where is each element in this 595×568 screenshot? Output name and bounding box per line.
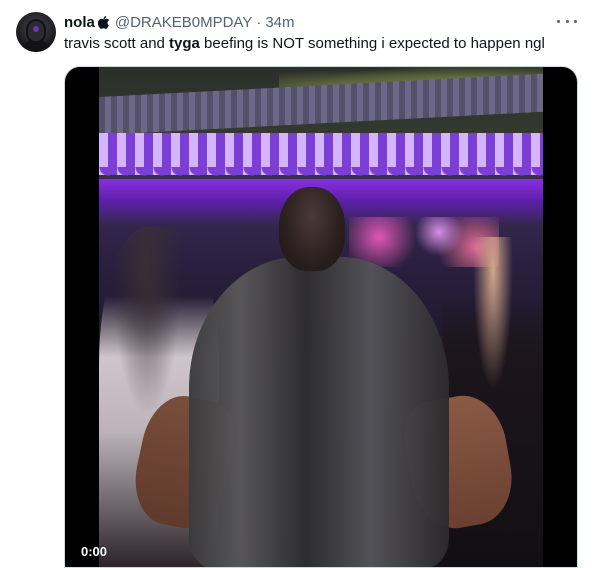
more-dot: [565, 19, 569, 23]
tweet-timestamp[interactable]: 34m: [265, 14, 294, 31]
video-player[interactable]: 0:00: [64, 66, 578, 568]
tweet-text: travis scott and tyga beefing is NOT som…: [64, 34, 545, 54]
more-horizontal-icon[interactable]: [557, 13, 577, 29]
video-frame: [99, 67, 543, 567]
display-name[interactable]: nola: [64, 14, 95, 31]
tweet-text-part: travis scott and: [64, 35, 170, 52]
avatar[interactable]: [16, 12, 56, 52]
video-scene-person-body: [189, 257, 449, 567]
more-dot: [574, 19, 577, 23]
video-scene-person-head: [279, 187, 345, 271]
avatar-accent: [33, 26, 39, 32]
apple-icon: [97, 15, 110, 29]
tweet-text-part: beefing is NOT something i expected to h…: [199, 35, 545, 52]
user-handle[interactable]: @DRAKEB0MPDAY: [115, 14, 252, 31]
header-separator: ·: [256, 13, 262, 31]
more-dot: [557, 19, 560, 23]
avatar-figure-shoulders: [22, 40, 50, 52]
tweet-header: nola @DRAKEB0MPDAY · 34m: [64, 12, 295, 32]
tweet-text-bold: tyga: [169, 35, 200, 52]
video-timestamp: 0:00: [81, 544, 108, 559]
tweet[interactable]: nola @DRAKEB0MPDAY · 34m travis scott an…: [0, 0, 595, 568]
